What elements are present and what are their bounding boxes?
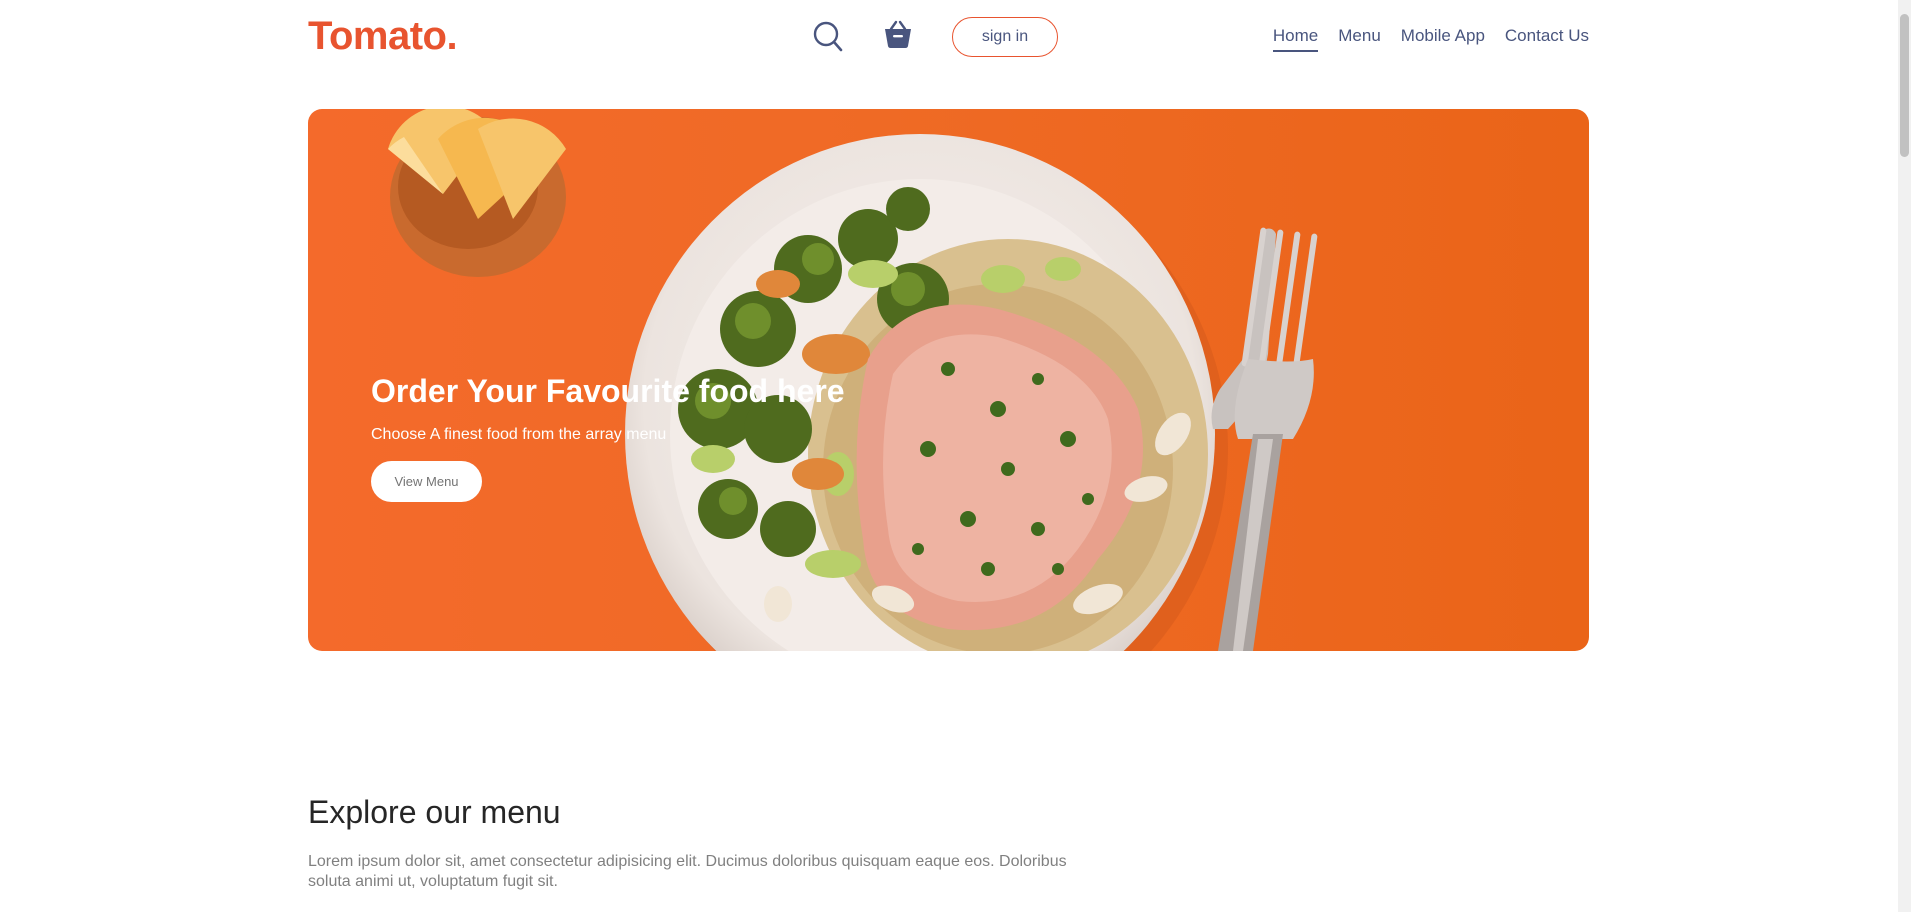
sign-in-button[interactable]: sign in xyxy=(952,17,1058,57)
explore-menu-title: Explore our menu xyxy=(308,794,561,830)
page-scrollbar[interactable] xyxy=(1898,0,1911,912)
hero-banner: Order Your Favourite food here Choose A … xyxy=(308,109,1589,651)
nav-menu: Home Menu Mobile App Contact Us xyxy=(1272,25,1589,52)
explore-menu-text: Lorem ipsum dolor sit, amet consectetur … xyxy=(308,853,1067,890)
scrollbar-thumb[interactable] xyxy=(1900,14,1909,157)
nav-link-menu[interactable]: Menu xyxy=(1338,25,1381,52)
search-icon[interactable] xyxy=(813,21,843,53)
logo[interactable]: Tomato. xyxy=(308,14,458,58)
nav-link-contact-us[interactable]: Contact Us xyxy=(1505,25,1589,52)
nav-link-home[interactable]: Home xyxy=(1272,25,1319,52)
nav-link-mobile-app[interactable]: Mobile App xyxy=(1401,25,1485,52)
navbar: Tomato. sign in Home Menu Mobile App Con… xyxy=(308,0,1589,76)
view-menu-button[interactable]: View Menu xyxy=(371,461,482,502)
hero-title: Order Your Favourite food here xyxy=(371,373,845,409)
basket-icon[interactable] xyxy=(882,19,914,51)
hero-subtitle: Choose A finest food from the array menu xyxy=(371,426,667,443)
